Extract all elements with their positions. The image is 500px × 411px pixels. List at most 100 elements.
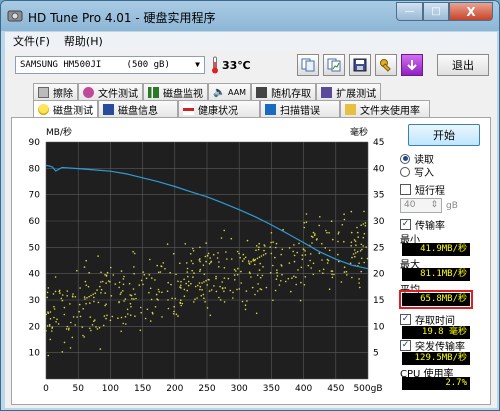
- spinner-arrows-icon[interactable]: ⇕: [430, 200, 438, 211]
- tab-file-test[interactable]: 文件测试: [78, 83, 143, 100]
- access-time-point: [269, 246, 272, 248]
- access-time-point: [365, 246, 367, 248]
- download-arrow-icon: [407, 60, 417, 71]
- access-time-point: [83, 266, 86, 268]
- access-time-point: [326, 262, 329, 264]
- options-button[interactable]: [375, 54, 397, 76]
- read-radio[interactable]: [400, 153, 410, 164]
- access-time-point: [149, 320, 152, 322]
- tab-benchmark[interactable]: 磁盘测试: [33, 100, 98, 118]
- y-left-tick-label: 60: [29, 217, 41, 227]
- monitor-icon: [148, 86, 159, 98]
- access-time-point: [157, 271, 160, 274]
- burst-rate-value: 129.5MB/秒: [402, 352, 470, 365]
- access-time-point: [79, 287, 81, 289]
- access-time-point: [346, 274, 348, 276]
- copy-graph-button[interactable]: [323, 54, 345, 76]
- access-time-point: [236, 250, 239, 253]
- toolbar: SAMSUNG HM500JI (500 gB) ▼ 33℃ 退出: [5, 50, 497, 80]
- access-time-point: [252, 259, 254, 262]
- access-time-point: [70, 321, 72, 324]
- save-button[interactable]: [349, 54, 371, 76]
- y-right-tick-label: 15: [373, 296, 384, 306]
- burst-rate-option[interactable]: ✓ 突发传输率: [400, 339, 486, 353]
- write-radio[interactable]: [400, 166, 410, 177]
- read-option[interactable]: 读取: [400, 152, 486, 166]
- access-time-point: [233, 274, 236, 276]
- transfer-option[interactable]: ✓ 传输率: [400, 218, 486, 232]
- short-stroke-checkbox[interactable]: [400, 184, 411, 195]
- access-time-point: [280, 280, 282, 282]
- access-time-point: [148, 274, 151, 276]
- access-time-point: [46, 296, 48, 299]
- access-time-point: [239, 256, 241, 259]
- short-stroke-input[interactable]: 40 ⇕: [400, 198, 442, 213]
- access-time-point: [202, 264, 205, 266]
- access-time-point: [109, 319, 112, 322]
- access-time-point: [362, 236, 365, 239]
- access-time-point: [144, 317, 147, 320]
- burst-rate-checkbox[interactable]: ✓: [400, 340, 411, 351]
- access-time-point: [199, 246, 201, 249]
- access-time-point: [154, 279, 156, 281]
- access-time-point: [288, 262, 291, 264]
- access-time-point: [366, 257, 369, 260]
- tab-disk-info[interactable]: 磁盘信息: [98, 100, 178, 117]
- left-axis-label: MB/秒: [46, 126, 72, 138]
- transfer-checkbox[interactable]: ✓: [400, 219, 411, 230]
- access-time-point: [337, 240, 339, 243]
- tab-erase[interactable]: 擦除: [33, 83, 78, 100]
- menu-help[interactable]: 帮助(H): [64, 33, 103, 49]
- save-icon: [353, 58, 367, 72]
- tab-health[interactable]: 健康状况: [178, 100, 260, 117]
- tab-disk-monitor[interactable]: 磁盘监视: [143, 83, 208, 100]
- copy-info-button[interactable]: [297, 54, 319, 76]
- exit-button[interactable]: 退出: [437, 54, 489, 76]
- tab-random-access[interactable]: 随机存取: [251, 83, 317, 100]
- access-time-option[interactable]: ✓ 存取时间: [400, 313, 486, 327]
- client-area: SAMSUNG HM500JI (500 gB) ▼ 33℃ 退出 擦除 文件测…: [5, 50, 497, 408]
- settings-sidebar: 开始 读取 写入 短行程 40 ⇕ gB ✓ 传输率 最小 41.9MB/秒 最大 …: [399, 124, 486, 390]
- access-time-point: [250, 261, 252, 263]
- access-time-point: [364, 224, 367, 227]
- access-time-point: [353, 249, 356, 251]
- y-left-tick-label: 50: [29, 243, 41, 253]
- download-button[interactable]: [401, 54, 423, 76]
- tab-aam[interactable]: 🔈 AAM: [208, 83, 252, 100]
- access-time-point: [79, 315, 82, 318]
- access-time-point: [118, 281, 121, 284]
- access-time-point: [309, 259, 311, 262]
- short-stroke-option[interactable]: 短行程: [400, 183, 486, 197]
- tab-extra-tests[interactable]: 扩展测试: [316, 83, 382, 100]
- minimize-button[interactable]: —: [396, 2, 423, 21]
- write-option[interactable]: 写入: [400, 165, 486, 179]
- access-time-point: [198, 282, 201, 284]
- start-button[interactable]: 开始: [408, 124, 480, 146]
- close-button[interactable]: X: [449, 2, 493, 21]
- access-time-point: [350, 245, 353, 247]
- access-time-point: [272, 299, 274, 302]
- access-time-point: [359, 286, 361, 289]
- tab-folder-usage[interactable]: 文件夹使用率: [340, 100, 430, 117]
- access-time-point: [103, 315, 106, 317]
- access-time-point: [107, 280, 110, 282]
- drive-select[interactable]: SAMSUNG HM500JI (500 gB) ▼: [15, 56, 205, 74]
- access-time-point: [174, 297, 177, 300]
- tab-error-scan[interactable]: 扫描错误: [260, 100, 340, 117]
- maximize-button[interactable]: □: [423, 2, 449, 21]
- access-time-point: [47, 287, 50, 289]
- min-label: 最小: [400, 235, 420, 246]
- access-time-point: [48, 323, 51, 326]
- drive-name: SAMSUNG HM500JI: [20, 60, 102, 70]
- access-time-point: [264, 252, 267, 255]
- access-time-point: [172, 252, 175, 255]
- y-left-tick-label: 40: [29, 270, 41, 280]
- access-time-checkbox[interactable]: ✓: [400, 314, 411, 325]
- menu-file[interactable]: 文件(F): [13, 33, 50, 49]
- access-time-point: [179, 286, 181, 288]
- access-time-point: [296, 251, 299, 254]
- start-label: 开始: [433, 129, 455, 142]
- close-icon: X: [466, 4, 476, 19]
- access-time-point: [330, 220, 333, 222]
- minimize-icon: —: [404, 6, 415, 17]
